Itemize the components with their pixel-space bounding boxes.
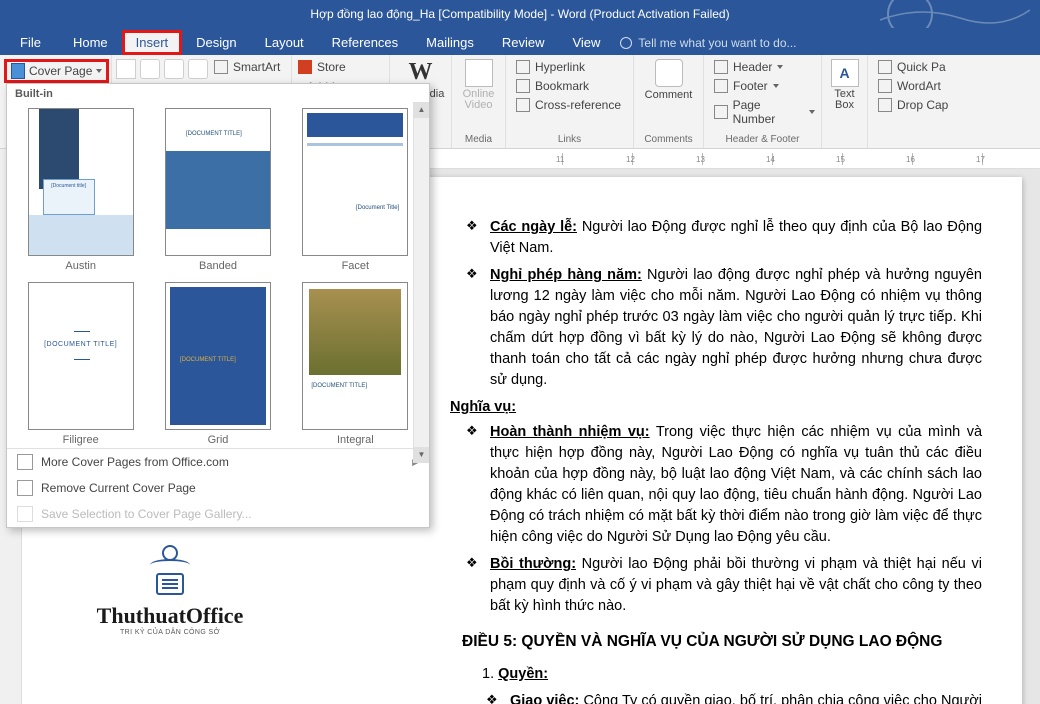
tab-layout[interactable]: Layout xyxy=(251,30,318,55)
wordart-icon xyxy=(878,79,892,93)
quickparts-icon xyxy=(878,60,892,74)
tell-me-search[interactable]: Tell me what you want to do... xyxy=(614,31,802,55)
bulb-icon xyxy=(620,37,632,49)
textbox-icon: A xyxy=(831,59,859,87)
save-to-gallery: Save Selection to Cover Page Gallery... xyxy=(7,501,429,527)
hyperlink-icon xyxy=(516,60,530,74)
pictures-icon[interactable] xyxy=(140,59,160,79)
quick-parts-button[interactable]: Quick Pa xyxy=(876,59,948,75)
scroll-up-icon[interactable]: ▲ xyxy=(414,102,429,118)
online-video-button[interactable]: Online Video xyxy=(456,57,501,113)
caret-down-icon xyxy=(96,69,102,73)
group-links: Links xyxy=(510,132,629,148)
cover-banded[interactable]: [DOCUMENT TITLE] Banded xyxy=(150,102,285,274)
cover-facet[interactable]: [Document Title] Facet xyxy=(288,102,423,274)
comment-icon xyxy=(655,59,683,87)
video-icon xyxy=(465,59,493,87)
ribbon-tabs: File Home Insert Design Layout Reference… xyxy=(0,28,1040,55)
group-header-footer: Header & Footer xyxy=(708,132,817,148)
cover-page-icon xyxy=(11,63,25,79)
document-body[interactable]: Các ngày lễ: Người lao Động được nghỉ lễ… xyxy=(462,217,982,704)
cross-reference-button[interactable]: Cross-reference xyxy=(514,97,623,113)
page-number-button[interactable]: Page Number xyxy=(712,97,817,127)
dropcap-icon xyxy=(878,98,892,112)
bookmark-icon xyxy=(516,79,530,93)
tab-design[interactable]: Design xyxy=(182,30,250,55)
watermark-logo: ThuthuatOffice TRI KỶ CỦA DÂN CÔNG SỞ xyxy=(70,545,270,636)
save-icon xyxy=(17,506,33,522)
cover-page-gallery: Built-in [Document title] Austin [DOCUME… xyxy=(6,83,430,528)
tab-view[interactable]: View xyxy=(558,30,614,55)
cover-austin[interactable]: [Document title] Austin xyxy=(13,102,148,274)
gallery-section-builtin: Built-in xyxy=(7,84,429,102)
group-comments: Comments xyxy=(638,132,699,148)
more-cover-pages[interactable]: More Cover Pages from Office.com▶ xyxy=(7,449,429,475)
hyperlink-button[interactable]: Hyperlink xyxy=(514,59,587,75)
drop-cap-button[interactable]: Drop Cap xyxy=(876,97,950,113)
tab-review[interactable]: Review xyxy=(488,30,559,55)
cover-integral[interactable]: [DOCUMENT TITLE] Integral xyxy=(288,276,423,448)
comment-button[interactable]: Comment xyxy=(638,57,699,103)
heading-dieu-5: ĐIỀU 5: QUYỀN VÀ NGHĨA VỤ CỦA NGƯỜI SỬ D… xyxy=(462,631,982,653)
tab-references[interactable]: References xyxy=(318,30,412,55)
tab-home[interactable]: Home xyxy=(59,30,122,55)
smartart-button[interactable]: SmartArt xyxy=(212,59,282,75)
pagenum-icon xyxy=(714,105,728,119)
shapes-icon[interactable] xyxy=(188,59,208,79)
title-bar: Hợp đồng lao động_Ha [Compatibility Mode… xyxy=(0,0,1040,28)
tell-me-label: Tell me what you want to do... xyxy=(638,36,796,50)
smartart-icon xyxy=(214,60,228,74)
wikipedia-icon: W xyxy=(409,59,433,86)
cover-filigree[interactable]: [DOCUMENT TITLE] Filigree xyxy=(13,276,148,448)
footer-icon xyxy=(714,79,728,93)
header-icon xyxy=(714,60,728,74)
remove-cover-page[interactable]: Remove Current Cover Page xyxy=(7,475,429,501)
tab-insert[interactable]: Insert xyxy=(122,30,183,55)
store-icon xyxy=(298,60,312,74)
cover-grid[interactable]: [DOCUMENT TITLE] Grid xyxy=(150,276,285,448)
header-button[interactable]: Header xyxy=(712,59,785,75)
wordart-button[interactable]: WordArt xyxy=(876,78,943,94)
footer-button[interactable]: Footer xyxy=(712,78,781,94)
scroll-down-icon[interactable]: ▼ xyxy=(414,447,429,463)
window-title: Hợp đồng lao động_Ha [Compatibility Mode… xyxy=(310,7,729,21)
cover-page-button[interactable]: Cover Page xyxy=(4,59,109,83)
heading-nghia-vu: Nghĩa vụ: xyxy=(450,397,982,418)
crossref-icon xyxy=(516,98,530,112)
globe-icon xyxy=(17,454,33,470)
bookmark-button[interactable]: Bookmark xyxy=(514,78,591,94)
store-button[interactable]: Store xyxy=(296,59,348,75)
gallery-scrollbar[interactable]: ▲ ▼ xyxy=(413,102,429,463)
group-media: Media xyxy=(456,132,501,148)
tab-file[interactable]: File xyxy=(6,30,55,55)
table-icon[interactable] xyxy=(116,59,136,79)
online-pictures-icon[interactable] xyxy=(164,59,184,79)
cover-page-label: Cover Page xyxy=(29,64,92,78)
text-box-button[interactable]: A Text Box xyxy=(826,57,863,113)
tab-mailings[interactable]: Mailings xyxy=(412,30,488,55)
remove-icon xyxy=(17,480,33,496)
